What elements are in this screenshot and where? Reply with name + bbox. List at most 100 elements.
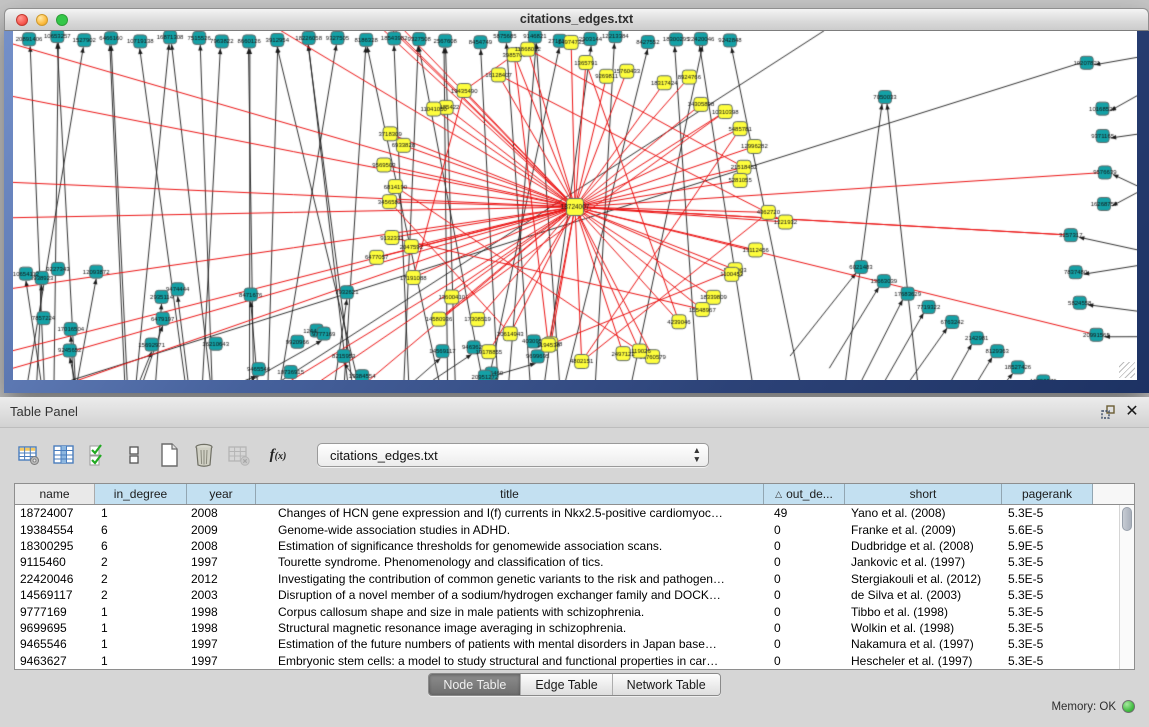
table-row[interactable]: 946554611997Estimation of the future num… bbox=[15, 636, 1134, 652]
column-header-in_degree[interactable]: in_degree bbox=[95, 484, 187, 504]
table-options-icon[interactable] bbox=[16, 442, 42, 468]
cell-pagerank: 5.3E-5 bbox=[1002, 621, 1093, 635]
cell-pagerank: 5.9E-5 bbox=[1002, 539, 1093, 553]
resize-grip[interactable] bbox=[1119, 362, 1135, 378]
column-header-title[interactable]: title bbox=[256, 484, 764, 504]
row-options-icon[interactable] bbox=[121, 442, 147, 468]
column-header-label: name bbox=[39, 487, 69, 501]
dropdown-stepper-icon: ▲▼ bbox=[693, 446, 701, 464]
cell-pagerank: 5.3E-5 bbox=[1002, 654, 1093, 668]
cell-year: 1998 bbox=[187, 605, 256, 619]
cell-pagerank: 5.6E-5 bbox=[1002, 523, 1093, 537]
cell-short: Tibbo et al. (1998) bbox=[845, 605, 1002, 619]
memory-status-label: Memory: OK bbox=[1051, 701, 1116, 713]
network-view-canvas[interactable] bbox=[13, 31, 1137, 380]
cell-year: 2012 bbox=[187, 572, 256, 586]
delete-columns-icon[interactable] bbox=[191, 442, 217, 468]
cell-pagerank: 5.3E-5 bbox=[1002, 506, 1093, 520]
show-columns-icon[interactable] bbox=[51, 442, 77, 468]
table-panel-header: Table Panel ✕ bbox=[0, 397, 1149, 428]
cell-in_degree: 1 bbox=[95, 605, 187, 619]
tab-edge-table[interactable]: Edge Table bbox=[520, 674, 611, 695]
scrollbar-thumb[interactable] bbox=[1122, 507, 1132, 531]
table-panel-title: Table Panel bbox=[10, 404, 78, 419]
column-header-filler bbox=[1093, 484, 1134, 504]
cell-out_degree: 0 bbox=[764, 588, 845, 602]
cell-out_degree: 0 bbox=[764, 605, 845, 619]
cell-name: 22420046 bbox=[15, 572, 95, 586]
table-row[interactable]: 2242004622012Investigating the contribut… bbox=[15, 571, 1134, 587]
cell-title: Changes of HCN gene expression and I(f) … bbox=[256, 506, 764, 520]
table-row[interactable]: 911546021997Tourette syndrome. Phenomeno… bbox=[15, 554, 1134, 570]
cell-name: 9463627 bbox=[15, 654, 95, 668]
cell-year: 1997 bbox=[187, 654, 256, 668]
cell-short: Dudbridge et al. (2008) bbox=[845, 539, 1002, 553]
cell-short: de Silva et al. (2003) bbox=[845, 588, 1002, 602]
cell-name: 9115460 bbox=[15, 555, 95, 569]
cell-title: Genome-wide association studies in ADHD. bbox=[256, 523, 764, 537]
cell-year: 2008 bbox=[187, 539, 256, 553]
table-row[interactable]: 977716911998Corpus callosum shape and si… bbox=[15, 603, 1134, 619]
network-window-title: citations_edges.txt bbox=[5, 12, 1148, 26]
column-header-label: title bbox=[500, 487, 519, 501]
table-row[interactable]: 969969511998Structural magnetic resonanc… bbox=[15, 620, 1134, 636]
cell-out_degree: 49 bbox=[764, 506, 845, 520]
select-columns-icon[interactable] bbox=[86, 442, 112, 468]
node-table: name in_degreeyear title △out_de... short pag… bbox=[14, 483, 1135, 670]
close-panel-icon[interactable]: ✕ bbox=[1123, 403, 1141, 421]
column-header-short[interactable]: short bbox=[845, 484, 1002, 504]
table-header-row: name in_degreeyear title △out_de... short pag… bbox=[15, 484, 1134, 505]
column-header-label: pagerank bbox=[1022, 487, 1072, 501]
window-frame bbox=[4, 31, 1149, 393]
column-header-out_degree[interactable]: △out_de... bbox=[764, 484, 845, 504]
table-row[interactable]: 1830029562008Estimation of significance … bbox=[15, 538, 1134, 554]
cell-in_degree: 1 bbox=[95, 621, 187, 635]
cell-in_degree: 1 bbox=[95, 654, 187, 668]
cell-title: Investigating the contribution of common… bbox=[256, 572, 764, 586]
table-panel: Table Panel ✕ bbox=[0, 397, 1149, 727]
table-selector-dropdown[interactable]: citations_edges.txt ▲▼ bbox=[317, 443, 709, 467]
delete-table-icon[interactable] bbox=[226, 442, 252, 468]
tab-network-table[interactable]: Network Table bbox=[612, 674, 720, 695]
cell-name: 19384554 bbox=[15, 523, 95, 537]
table-row[interactable]: 1872400712008Changes of HCN gene express… bbox=[15, 505, 1134, 521]
cell-title: Embryonic stem cells: a model to study s… bbox=[256, 654, 764, 668]
cell-out_degree: 0 bbox=[764, 654, 845, 668]
column-header-name[interactable]: name bbox=[15, 484, 95, 504]
cell-in_degree: 1 bbox=[95, 506, 187, 520]
cell-out_degree: 0 bbox=[764, 523, 845, 537]
vertical-scrollbar[interactable] bbox=[1119, 505, 1134, 669]
cell-out_degree: 0 bbox=[764, 621, 845, 635]
cell-out_degree: 0 bbox=[764, 572, 845, 586]
cell-in_degree: 2 bbox=[95, 555, 187, 569]
cell-pagerank: 5.3E-5 bbox=[1002, 555, 1093, 569]
cell-short: Nakamura et al. (1997) bbox=[845, 637, 1002, 651]
cell-short: Hescheler et al. (1997) bbox=[845, 654, 1002, 668]
table-row[interactable]: 1456911722003Disruption of a novel membe… bbox=[15, 587, 1134, 603]
cell-title: Estimation of the future numbers of pati… bbox=[256, 637, 764, 651]
cell-name: 9777169 bbox=[15, 605, 95, 619]
cell-pagerank: 5.3E-5 bbox=[1002, 637, 1093, 651]
network-window-titlebar[interactable]: citations_edges.txt bbox=[4, 8, 1149, 31]
sort-ascending-icon: △ bbox=[775, 489, 782, 500]
cell-in_degree: 1 bbox=[95, 637, 187, 651]
cell-in_degree: 6 bbox=[95, 523, 187, 537]
tab-node-table[interactable]: Node Table bbox=[429, 674, 520, 695]
table-row[interactable]: 1938455462009Genome-wide association stu… bbox=[15, 521, 1134, 537]
cell-year: 1997 bbox=[187, 555, 256, 569]
cell-short: Stergiakouli et al. (2012) bbox=[845, 572, 1002, 586]
function-builder-icon[interactable]: f(x) bbox=[261, 442, 295, 468]
cell-year: 1997 bbox=[187, 637, 256, 651]
cell-year: 1998 bbox=[187, 621, 256, 635]
create-column-icon[interactable] bbox=[156, 442, 182, 468]
cell-title: Disruption of a novel member of a sodium… bbox=[256, 588, 764, 602]
cell-short: Wolkin et al. (1998) bbox=[845, 621, 1002, 635]
table-row[interactable]: 946362711997Embryonic stem cells: a mode… bbox=[15, 653, 1134, 669]
cell-title: Estimation of significance thresholds fo… bbox=[256, 539, 764, 553]
column-header-pagerank[interactable]: pagerank bbox=[1002, 484, 1093, 504]
column-header-year[interactable]: year bbox=[187, 484, 256, 504]
memory-status-indicator[interactable] bbox=[1122, 700, 1135, 713]
float-panel-icon[interactable] bbox=[1099, 403, 1117, 421]
cell-out_degree: 0 bbox=[764, 637, 845, 651]
column-header-label: short bbox=[910, 487, 937, 501]
